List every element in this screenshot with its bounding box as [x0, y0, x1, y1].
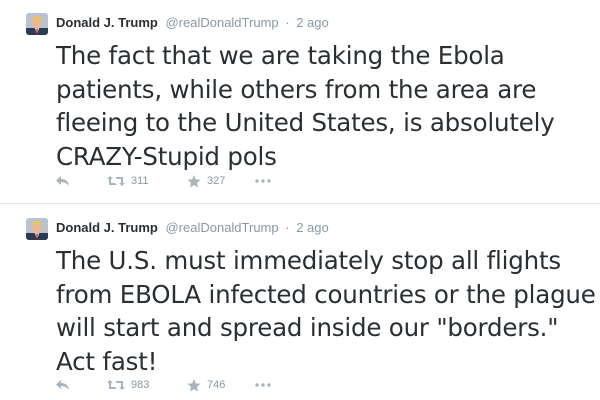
tweet-text: The U.S. must immediately stop all fligh…: [56, 246, 596, 376]
avatar[interactable]: [26, 218, 48, 240]
tweet-actions: 983 746: [56, 376, 279, 394]
retweet-icon: [107, 379, 125, 391]
avatar[interactable]: [26, 13, 48, 35]
reply-icon: [56, 175, 70, 187]
favorite-count: 746: [207, 379, 226, 391]
retweet-count: 311: [131, 175, 149, 187]
tweet-header: Donald J. Trump @realDonaldTrump · 2 ago: [56, 219, 329, 237]
tweet-header: Donald J. Trump @realDonaldTrump · 2 ago: [56, 14, 329, 32]
separator: ·: [285, 220, 290, 235]
more-button[interactable]: [255, 383, 279, 387]
favorite-button[interactable]: 746: [187, 378, 255, 392]
retweet-count: 983: [131, 379, 150, 391]
reply-button[interactable]: [56, 379, 107, 391]
timestamp[interactable]: 2 ago: [296, 220, 329, 235]
timestamp[interactable]: 2 ago: [296, 15, 329, 30]
tweet[interactable]: Donald J. Trump @realDonaldTrump · 2 ago…: [0, 0, 600, 204]
more-icon: [255, 179, 271, 183]
star-icon: [187, 174, 201, 188]
divider: [0, 203, 600, 204]
tweet[interactable]: Donald J. Trump @realDonaldTrump · 2 ago…: [0, 205, 600, 400]
retweet-button[interactable]: 983: [107, 379, 187, 391]
reply-button[interactable]: [56, 175, 107, 187]
favorite-count: 327: [207, 175, 226, 187]
fullname[interactable]: Donald J. Trump: [56, 15, 158, 30]
separator: ·: [285, 15, 290, 30]
username[interactable]: @realDonaldTrump: [165, 15, 278, 30]
reply-icon: [56, 379, 70, 391]
tweet-text: The fact that we are taking the Ebola pa…: [56, 41, 555, 171]
favorite-button[interactable]: 327: [187, 174, 255, 188]
tweet-feed: Donald J. Trump @realDonaldTrump · 2 ago…: [0, 0, 600, 400]
username[interactable]: @realDonaldTrump: [165, 220, 278, 235]
retweet-button[interactable]: 311: [107, 175, 187, 187]
more-button[interactable]: [255, 179, 279, 183]
star-icon: [187, 378, 201, 392]
more-icon: [255, 383, 271, 387]
retweet-icon: [107, 175, 125, 187]
tweet-actions: 311 327: [56, 172, 279, 190]
fullname[interactable]: Donald J. Trump: [56, 220, 158, 235]
